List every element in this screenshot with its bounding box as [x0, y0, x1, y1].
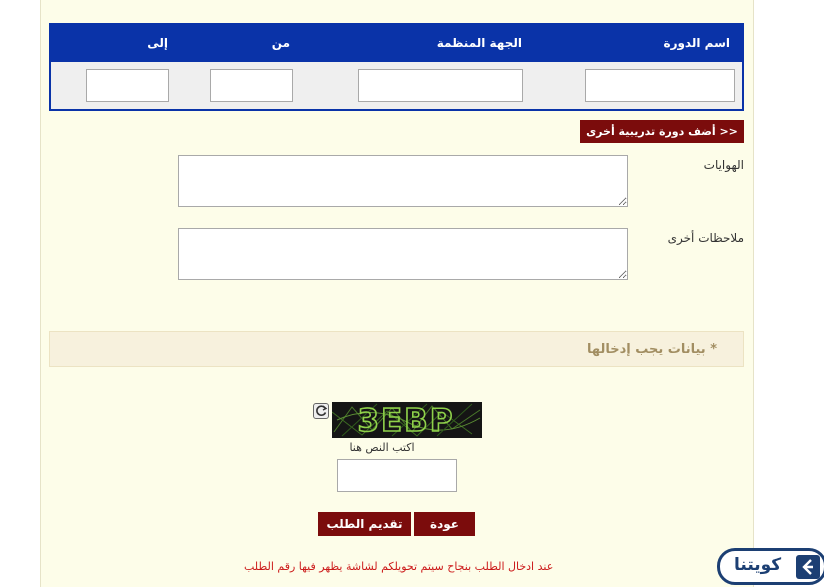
header-from: من: [271, 36, 290, 50]
from-date-input[interactable]: [210, 69, 293, 102]
training-courses-table: اسم الدورة الجهة المنظمة من إلى: [49, 23, 744, 111]
hobbies-textarea[interactable]: [178, 155, 628, 207]
submit-button[interactable]: تقديم الطلب: [318, 512, 411, 536]
organizer-input[interactable]: [358, 69, 523, 102]
other-notes-textarea[interactable]: [178, 228, 628, 280]
header-to: إلى: [147, 36, 168, 50]
captcha-hint: اكتب النص هنا: [349, 441, 415, 454]
logo-text: كويتنا: [734, 555, 782, 575]
add-course-button[interactable]: << أضف دورة تدريبية أخرى: [580, 120, 744, 143]
required-fields-note: * بيانات يجب إدخالها: [586, 342, 717, 357]
required-fields-box: * بيانات يجب إدخالها: [49, 331, 744, 367]
captcha-input[interactable]: [337, 459, 457, 492]
header-organizer: الجهة المنظمة: [436, 36, 522, 50]
to-date-input[interactable]: [86, 69, 169, 102]
table-header-row: اسم الدورة الجهة المنظمة من إلى: [51, 25, 742, 62]
hobbies-label: الهوايات: [703, 158, 744, 172]
captcha-text: 3EBP: [357, 403, 454, 438]
captcha-image: 3EBP: [332, 402, 482, 438]
k-logo-icon: [796, 555, 820, 579]
site-logo: كويتنا: [717, 548, 824, 585]
submission-notice: عند ادخال الطلب بنجاح سيتم تحويلكم لشاشة…: [244, 560, 554, 573]
refresh-icon[interactable]: [313, 403, 329, 419]
header-course-name: اسم الدورة: [663, 36, 730, 50]
course-name-input[interactable]: [585, 69, 735, 102]
back-button[interactable]: عودة: [414, 512, 475, 536]
other-notes-label: ملاحظات أخرى: [667, 231, 744, 245]
